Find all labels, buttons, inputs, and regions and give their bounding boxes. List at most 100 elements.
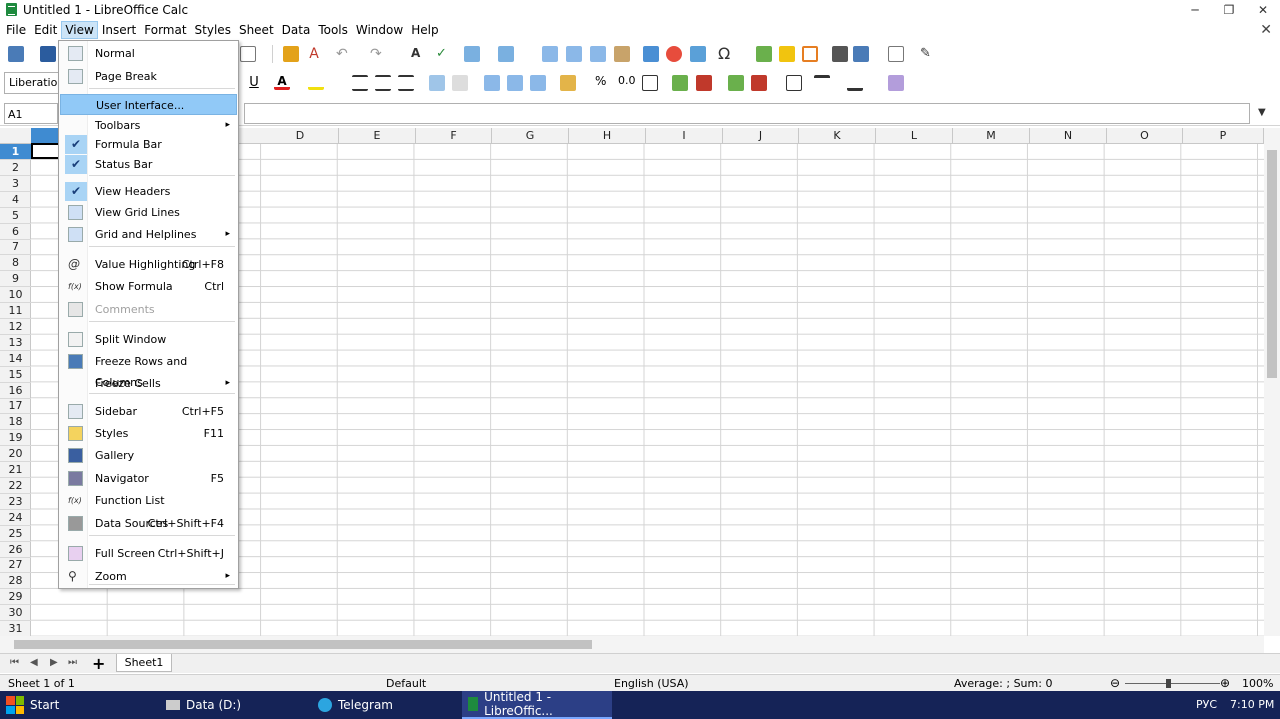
view-menu-item-grid-and-helplines[interactable]: Grid and Helplines ▸	[60, 224, 237, 245]
column-header[interactable]: I	[646, 128, 723, 144]
sort-ascending-icon[interactable]	[566, 46, 582, 62]
row-header[interactable]: 16	[0, 383, 31, 399]
zoom-level[interactable]: 100%	[1242, 677, 1273, 690]
sort-icon[interactable]	[542, 46, 558, 62]
chart-icon[interactable]	[666, 46, 682, 62]
menu-insert[interactable]: Insert	[98, 21, 140, 39]
merge-center-icon[interactable]	[452, 75, 468, 91]
delete-decimal-icon[interactable]	[696, 75, 712, 91]
underline-icon[interactable]: U	[246, 75, 262, 91]
name-box[interactable]: A1	[4, 103, 58, 124]
font-name-box[interactable]: Liberation S	[4, 72, 60, 94]
view-menu-item-sidebar[interactable]: Sidebar Ctrl+F5	[60, 401, 237, 422]
align-left-icon[interactable]	[352, 75, 368, 91]
next-sheet-button[interactable]: ▶	[50, 657, 58, 668]
row-header[interactable]: 14	[0, 351, 31, 367]
row-header[interactable]: 19	[0, 430, 31, 447]
formula-input[interactable]	[244, 103, 1250, 124]
vertical-scroll-thumb[interactable]	[1267, 150, 1277, 378]
view-menu-item-freeze-cells[interactable]: Freeze Cells ▸	[60, 373, 237, 394]
wrap-text-icon[interactable]	[429, 75, 445, 91]
row-header[interactable]: 23	[0, 494, 31, 510]
menu-help[interactable]: Help	[407, 21, 442, 39]
row-header[interactable]: 6	[0, 224, 31, 240]
row-header[interactable]: 15	[0, 367, 31, 383]
freeze-rows-columns-icon[interactable]	[853, 46, 869, 62]
column-header[interactable]: M	[953, 128, 1030, 144]
define-print-area-icon[interactable]	[832, 46, 848, 62]
align-bottom-icon[interactable]	[530, 75, 546, 91]
close-button[interactable]: ✕	[1246, 0, 1280, 19]
currency-format-icon[interactable]	[560, 75, 576, 91]
menu-window[interactable]: Window	[352, 21, 407, 39]
image-icon[interactable]	[643, 46, 659, 62]
view-menu-item-styles[interactable]: Styles F11	[60, 423, 237, 444]
view-menu-item-data-sources[interactable]: Data Sources Ctrl+Shift+F4	[60, 513, 237, 534]
view-menu-item-freeze-rows-and-columns[interactable]: Freeze Rows and Columns	[60, 351, 237, 389]
row-header[interactable]: 7	[0, 239, 31, 256]
previous-sheet-button[interactable]: ◀	[30, 657, 38, 668]
find-replace-icon[interactable]: A	[411, 46, 427, 62]
add-sheet-button[interactable]: +	[92, 654, 105, 673]
view-menu-item-gallery[interactable]: Gallery	[60, 445, 237, 466]
taskbar-task-data-drive[interactable]: Data (D:)	[160, 691, 305, 719]
row-header[interactable]: 10	[0, 287, 31, 304]
view-menu-item-normal[interactable]: Normal	[60, 43, 237, 64]
row-header[interactable]: 30	[0, 605, 31, 622]
close-document-icon[interactable]: ✕	[1260, 22, 1272, 38]
view-menu-item-value-highlighting[interactable]: @ Value Highlighting Ctrl+F8	[60, 254, 237, 275]
view-menu-item-user-interface[interactable]: User Interface...	[60, 94, 237, 115]
row-header[interactable]: 1	[0, 144, 31, 160]
view-menu-item-show-formula[interactable]: f(x) Show Formula Ctrl	[60, 276, 237, 297]
row-header[interactable]: 2	[0, 160, 31, 176]
view-menu-item-zoom[interactable]: ⚲ Zoom ▸	[60, 566, 237, 587]
zoom-slider[interactable]	[1125, 683, 1220, 684]
taskbar-task-telegram[interactable]: Telegram	[312, 691, 457, 719]
header-footer-icon[interactable]	[802, 46, 818, 62]
view-menu-item-navigator[interactable]: Navigator F5	[60, 468, 237, 489]
menu-sheet[interactable]: Sheet	[235, 21, 278, 39]
undo-icon[interactable]: ↶	[336, 46, 352, 62]
row-header[interactable]: 9	[0, 271, 31, 288]
language-status[interactable]: English (USA)	[614, 677, 689, 690]
horizontal-scrollbar[interactable]	[0, 636, 1264, 654]
font-color-icon[interactable]: A	[274, 74, 290, 90]
row-header[interactable]: 25	[0, 526, 31, 542]
expand-formula-icon[interactable]: ▼	[1258, 107, 1266, 118]
autofilter-icon[interactable]	[614, 46, 630, 62]
tab-sheet1[interactable]: Sheet1	[116, 654, 172, 672]
column-header[interactable]: P	[1183, 128, 1264, 144]
row-header[interactable]: 4	[0, 192, 31, 208]
column-icon[interactable]	[498, 46, 514, 62]
align-right-icon[interactable]	[398, 75, 414, 91]
row-header[interactable]: 20	[0, 446, 31, 463]
column-header[interactable]: N	[1030, 128, 1107, 144]
column-header[interactable]: K	[799, 128, 876, 144]
column-header[interactable]: G	[492, 128, 569, 144]
menu-data[interactable]: Data	[278, 21, 315, 39]
hyperlink-icon[interactable]	[756, 46, 772, 62]
column-header[interactable]: O	[1107, 128, 1183, 144]
align-top-icon[interactable]	[484, 75, 500, 91]
last-sheet-button[interactable]: ⏭	[68, 657, 77, 668]
view-menu-item-function-list[interactable]: f(x) Function List	[60, 490, 237, 511]
highlight-color-icon[interactable]	[308, 74, 324, 90]
row-header[interactable]: 12	[0, 319, 31, 335]
split-window-icon[interactable]	[888, 46, 904, 62]
new-icon[interactable]	[8, 46, 24, 62]
row-header[interactable]: 26	[0, 542, 31, 558]
row-header[interactable]: 13	[0, 335, 31, 351]
view-menu-item-view-grid-lines[interactable]: View Grid Lines	[60, 202, 237, 223]
zoom-slider-knob[interactable]	[1166, 679, 1171, 688]
column-header[interactable]: D	[262, 128, 339, 144]
row-header[interactable]: 31	[0, 621, 31, 637]
clone-formatting-icon[interactable]	[283, 46, 299, 62]
number-format-icon[interactable]: 0.0	[618, 74, 636, 90]
clear-formatting-icon[interactable]: A	[306, 46, 322, 62]
selection-summary[interactable]: Average: ; Sum: 0	[954, 677, 1052, 690]
menu-styles[interactable]: Styles	[191, 21, 235, 39]
start-button[interactable]: Start	[0, 691, 68, 719]
pivot-table-icon[interactable]	[690, 46, 706, 62]
increase-indent-icon[interactable]	[728, 75, 744, 91]
add-decimal-icon[interactable]	[672, 75, 688, 91]
